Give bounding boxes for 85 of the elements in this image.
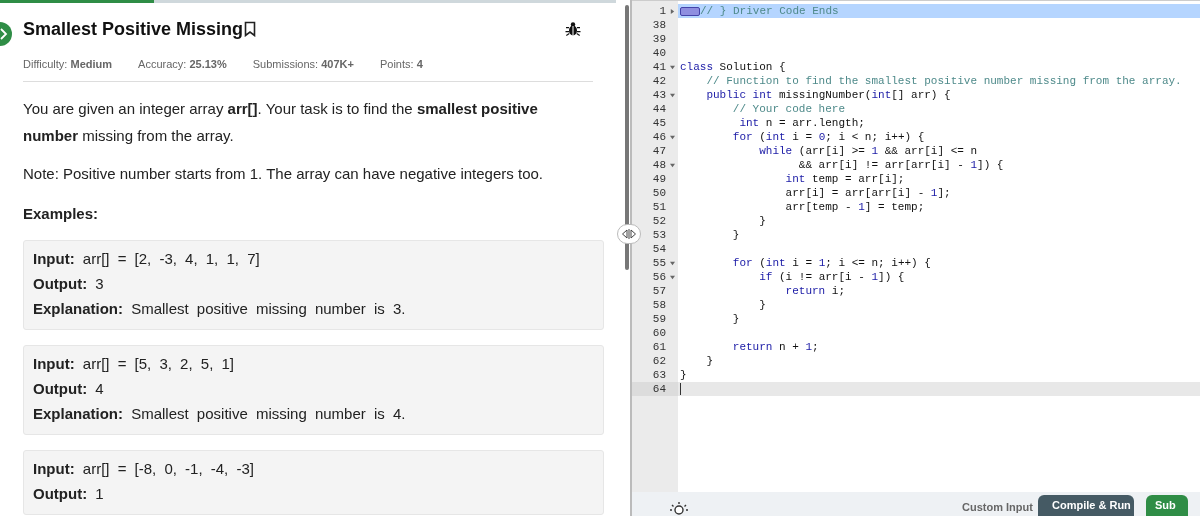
line-number: 63 <box>652 367 666 383</box>
problem-description: You are given an integer array arr[]. Your task is to find the smallest positive number missing from the array. <box>23 99 539 146</box>
examples-heading: Examples: <box>23 204 100 224</box>
split-arrows-icon <box>621 229 637 239</box>
splitter-handle[interactable] <box>617 224 641 244</box>
line-number: 59 <box>652 311 666 327</box>
line-number: 58 <box>652 297 666 313</box>
line-number: 39 <box>652 31 666 47</box>
scrollbar[interactable] <box>625 5 629 270</box>
collapsed-caret-icon[interactable] <box>669 8 675 14</box>
example-line: Input: arr[] = [-8, 0, -1, -4, -3] <box>33 459 255 477</box>
folded-code-marker[interactable] <box>680 6 700 16</box>
line-number: 51 <box>652 199 666 215</box>
problem-note: Note: Positive number starts from 1. The array can have negative integers too. <box>23 164 544 184</box>
example-line: Explanation: Smallest positive missing number is 4. <box>33 404 407 422</box>
text-cursor <box>680 383 681 395</box>
bookmark-icon[interactable] <box>244 21 257 37</box>
fold-caret-icon[interactable] <box>669 162 675 168</box>
line-number: 38 <box>652 17 666 33</box>
code-line: class Solution { <box>680 59 786 75</box>
lightbulb-icon[interactable] <box>669 501 689 515</box>
code-line: && arr[i] != arr[arr[i] - 1]) { <box>797 157 1004 173</box>
code-line: arr[temp - 1] = temp; <box>784 199 925 215</box>
example-line: Explanation: Smallest positive missing number is 3. <box>33 299 407 317</box>
compile-run-button[interactable]: Compile & Run <box>1038 495 1134 516</box>
example-line: Input: arr[] = [2, -3, 4, 1, 1, 7] <box>33 249 261 267</box>
line-number: 49 <box>652 171 666 187</box>
fold-caret-icon[interactable] <box>669 134 675 140</box>
line-number: 48 <box>652 157 666 173</box>
example-line: Input: arr[] = [5, 3, 2, 5, 1] <box>33 354 235 372</box>
line-number: 56 <box>652 269 666 285</box>
code-line: int temp = arr[i]; <box>784 171 905 187</box>
fold-caret-icon[interactable] <box>669 64 675 70</box>
problem-title: Smallest Positive Missing <box>23 17 244 41</box>
line-number: 55 <box>652 255 666 271</box>
line-number: 52 <box>652 213 666 229</box>
line-number: 53 <box>652 227 666 243</box>
line-number: 47 <box>652 143 666 159</box>
meta-item: Points: 4 <box>379 57 423 72</box>
line-number: 61 <box>652 339 666 355</box>
code-line: } <box>731 311 740 327</box>
code-line: } <box>758 213 766 229</box>
meta-item: Accuracy: 25.13% <box>138 57 227 72</box>
line-number: 57 <box>652 283 666 299</box>
code-line: } <box>731 227 740 243</box>
example-line: Output: 1 <box>33 484 105 502</box>
code-line: } <box>705 353 713 369</box>
chevron-right-icon <box>0 28 8 40</box>
code-line: for (int i = 1; i <= n; i++) { <box>731 255 931 271</box>
code-line: public int missingNumber(int[] arr) { <box>705 87 951 103</box>
custom-input-label[interactable]: Custom Input <box>962 499 1033 516</box>
code-line: // Function to find the smallest positive number missing from the array. <box>705 73 1182 89</box>
fold-caret-icon[interactable] <box>669 260 675 266</box>
code-line: return n + 1; <box>731 339 819 355</box>
example-line: Output: 3 <box>33 274 105 292</box>
submit-button[interactable]: Sub <box>1146 495 1188 516</box>
line-number: 50 <box>652 185 666 201</box>
line-number: 54 <box>652 241 666 257</box>
line-number: 64 <box>652 381 666 397</box>
code-line: arr[i] = arr[arr[i] - 1]; <box>784 185 951 201</box>
line-number: 45 <box>652 115 666 131</box>
line-number: 42 <box>652 73 666 89</box>
meta-item: Submissions: 407K+ <box>252 57 354 72</box>
code-line: return i; <box>784 283 846 299</box>
line-number: 44 <box>652 101 666 117</box>
bug-icon[interactable] <box>565 21 581 37</box>
line-number: 60 <box>652 325 666 341</box>
line-number: 46 <box>652 129 666 145</box>
code-line: // Your code here <box>731 101 846 117</box>
line-number: 1 <box>659 3 666 19</box>
line-number: 41 <box>652 59 666 75</box>
fold-caret-icon[interactable] <box>669 92 675 98</box>
code-line: } <box>758 297 766 313</box>
code-line: // } Driver Code Ends <box>700 3 839 19</box>
line-number: 40 <box>652 45 666 61</box>
line-number: 43 <box>652 87 666 103</box>
code-line: if (i != arr[i - 1]) { <box>758 269 905 285</box>
meta-item: Difficulty: Medium <box>23 57 113 72</box>
code-line: } <box>680 367 687 383</box>
code-line: int n = arr.length; <box>738 115 865 131</box>
line-number: 62 <box>652 353 666 369</box>
code-line: for (int i = 0; i < n; i++) { <box>731 129 925 145</box>
example-line: Output: 4 <box>33 379 105 397</box>
fold-caret-icon[interactable] <box>669 274 675 280</box>
code-line: while (arr[i] >= 1 && arr[i] <= n <box>758 143 978 159</box>
